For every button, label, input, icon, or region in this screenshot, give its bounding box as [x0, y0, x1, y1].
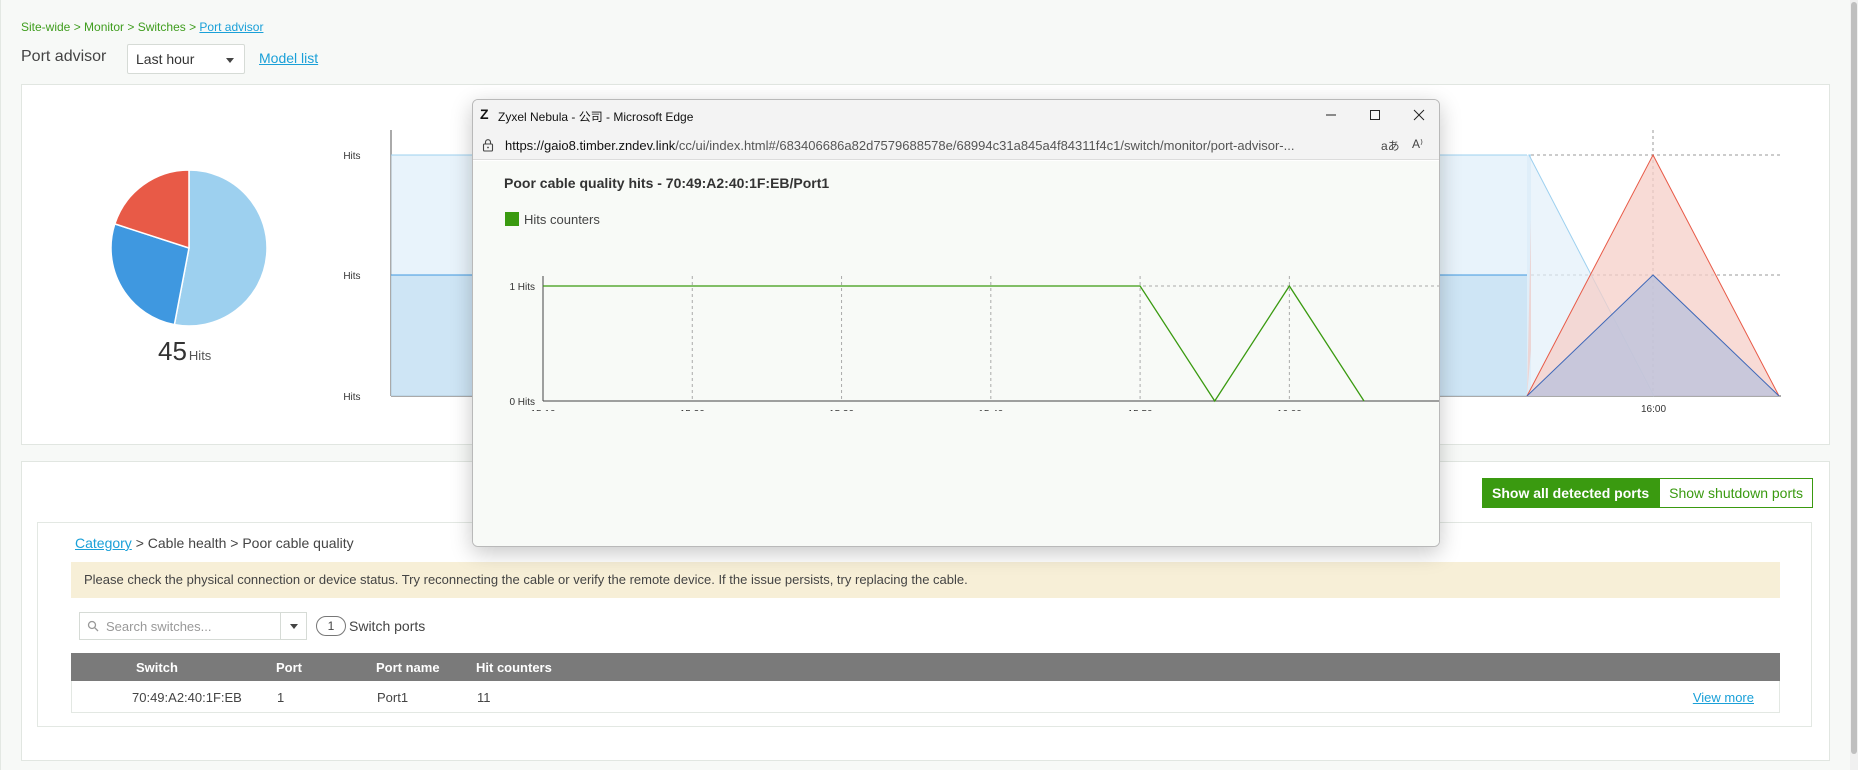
legend-swatch [505, 212, 519, 226]
cell-switch: 70:49:A2:40:1F:EB [132, 690, 242, 705]
show-all-ports-button[interactable]: Show all detected ports [1482, 478, 1660, 508]
popup-window-title: Zyxel Nebula - 公司 - Microsoft Edge [498, 110, 694, 124]
legend-label: Hits counters [524, 212, 600, 227]
cell-port: 1 [277, 690, 285, 705]
x-tick-label: 15:10 [530, 409, 555, 411]
breadcrumb-path: Site-wide > Monitor > Switches > [21, 20, 200, 34]
x-tick-label: 15:40 [978, 409, 1003, 411]
time-range-select[interactable]: Last hour [127, 44, 245, 74]
url-host: https://gaio8.timber.zndev.link [505, 138, 676, 153]
page-scrollbar[interactable] [1850, 0, 1858, 770]
column-header-port-name[interactable]: Port name [376, 660, 440, 675]
ports-count-badge: 1 [316, 616, 346, 636]
total-hits-unit: Hits [188, 348, 212, 363]
chevron-down-icon [226, 58, 234, 63]
chart-grid [542, 276, 1439, 402]
ports-count-label: Switch ports [349, 618, 426, 634]
x-tick-label: 15:50 [1128, 409, 1153, 411]
model-list-link[interactable]: Model list [259, 50, 318, 66]
chart-title: Poor cable quality hits - 70:49:A2:40:1F… [504, 175, 830, 191]
advice-notice: Please check the physical connection or … [71, 562, 1780, 598]
search-icon [87, 620, 99, 632]
search-switches[interactable] [79, 612, 307, 640]
category-breadcrumb: Category > Cable health > Poor cable qua… [75, 535, 354, 551]
y-tick-label: 0 Hits [341, 392, 361, 403]
popup-titlebar[interactable]: Z Zyxel Nebula - 公司 - Microsoft Edge [473, 100, 1439, 130]
category-path: > Cable health > Poor cable quality [131, 535, 354, 551]
search-dropdown-toggle[interactable] [280, 613, 306, 639]
series-line-hits-counters[interactable] [543, 284, 1365, 403]
y-tick-label: 1 Hits [341, 271, 361, 282]
total-hits-value: 45 [158, 336, 187, 366]
browser-popup-window: Z Zyxel Nebula - 公司 - Microsoft Edge htt… [472, 99, 1440, 547]
table-row: 70:49:A2:40:1F:EB 1 Port1 11 View more [71, 681, 1780, 713]
url-field[interactable]: https://gaio8.timber.zndev.link/cc/ui/in… [505, 138, 1365, 153]
show-shutdown-ports-button[interactable]: Show shutdown ports [1659, 478, 1813, 508]
category-link[interactable]: Category [75, 535, 132, 551]
total-hits: 45 Hits [158, 336, 211, 367]
minimize-icon [1326, 114, 1336, 116]
y-tick-label: 2 Hits [341, 151, 361, 162]
chart-legend[interactable]: Hits counters [505, 212, 600, 227]
url-path: /cc/ui/index.html#/683406686a82d75796885… [675, 138, 1295, 153]
hits-line-chart: 15:10 15:20 15:30 15:40 15:50 16:00 0 Hits 1 Hi… [509, 276, 1439, 411]
column-header-switch[interactable]: Switch [136, 660, 178, 675]
x-tick-label: 15:30 [829, 409, 854, 411]
pie-chart [110, 169, 268, 327]
scrollbar-thumb[interactable] [1851, 2, 1857, 754]
y-tick-label: 1 Hits [509, 282, 535, 293]
maximize-icon [1370, 110, 1380, 120]
x-tick-label: 16:00 [1277, 409, 1302, 411]
breadcrumb-current-link[interactable]: Port advisor [199, 20, 263, 34]
x-tick-label: 15:20 [680, 409, 705, 411]
x-tick-label: 16:00 [1641, 404, 1666, 415]
breadcrumb: Site-wide > Monitor > Switches > Port ad… [21, 20, 263, 34]
table-header: Switch Port Port name Hit counters [71, 653, 1780, 681]
page-title: Port advisor [21, 48, 107, 65]
minimize-button[interactable] [1309, 100, 1353, 130]
close-icon [1413, 109, 1425, 121]
column-header-port[interactable]: Port [276, 660, 302, 675]
maximize-button[interactable] [1353, 100, 1397, 130]
port-filter-toggle: Show all detected ports Show shutdown po… [1482, 478, 1813, 508]
cell-hit-counters: 11 [477, 690, 491, 705]
time-range-value: Last hour [136, 51, 195, 67]
column-header-hit-counters[interactable]: Hit counters [476, 660, 552, 675]
search-input[interactable] [106, 617, 276, 635]
y-tick-label: 0 Hits [509, 397, 535, 408]
immersive-reader-icon[interactable]: A⁾ [1412, 137, 1423, 151]
lock-icon[interactable] [481, 138, 495, 152]
view-more-link[interactable]: View more [1693, 690, 1754, 705]
popup-content: Poor cable quality hits - 70:49:A2:40:1F… [473, 161, 1439, 546]
read-aloud-icon[interactable]: aあ [1381, 137, 1400, 154]
cell-port-name: Port1 [377, 690, 409, 705]
close-button[interactable] [1397, 100, 1439, 130]
popup-address-bar: https://gaio8.timber.zndev.link/cc/ui/in… [473, 130, 1439, 160]
zyxel-logo-icon: Z [480, 106, 489, 122]
ports-table: Switch Port Port name Hit counters 70:49… [71, 653, 1780, 713]
